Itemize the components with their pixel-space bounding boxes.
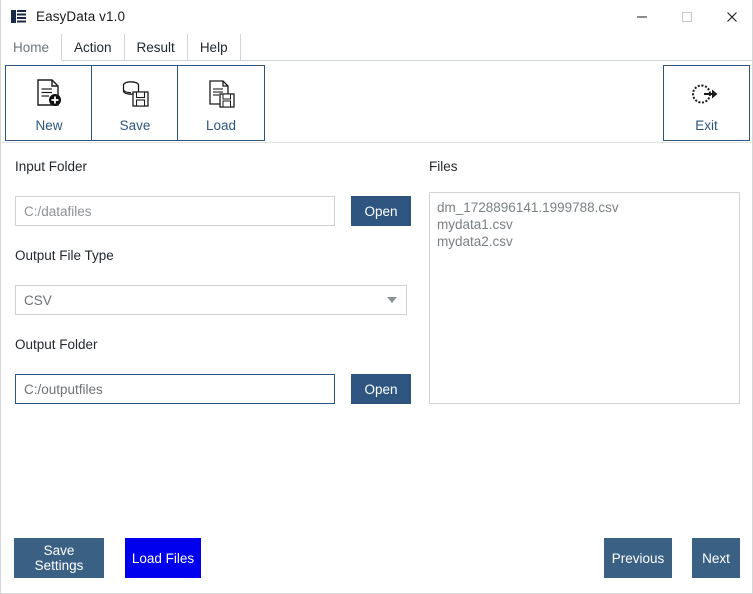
exit-button[interactable]: Exit	[663, 65, 750, 141]
save-settings-button[interactable]: Save Settings	[14, 538, 104, 578]
easydata-window: EasyData v1.0 Home Action Result Help Ne…	[0, 0, 753, 594]
window-controls	[619, 0, 752, 33]
new-document-icon	[34, 74, 64, 114]
minimize-button[interactable]	[619, 0, 664, 33]
menu-tab-home[interactable]: Home	[1, 34, 63, 61]
input-folder-field[interactable]	[15, 196, 335, 226]
close-button[interactable]	[709, 0, 752, 33]
menu-tab-action-label: Action	[74, 39, 112, 55]
easydata-app-icon	[10, 8, 27, 25]
menu-tab-result[interactable]: Result	[124, 34, 188, 61]
menu-tab-help[interactable]: Help	[187, 34, 241, 61]
exit-button-label: Exit	[695, 117, 718, 133]
load-button-label: Load	[205, 117, 237, 133]
new-button[interactable]: New	[5, 65, 93, 141]
output-file-type-label: Output File Type	[15, 248, 114, 263]
menu-bar-filler	[240, 34, 752, 61]
chevron-down-icon	[387, 297, 397, 303]
menu-tab-home-label: Home	[13, 39, 50, 55]
list-item[interactable]: mydata1.csv	[437, 216, 732, 233]
save-button[interactable]: Save	[91, 65, 179, 141]
maximize-button[interactable]	[664, 0, 709, 33]
output-file-type-select[interactable]: CSV	[15, 285, 407, 315]
files-list[interactable]: dm_1728896141.1999788.csv mydata1.csv my…	[429, 192, 740, 404]
input-folder-label: Input Folder	[15, 159, 88, 174]
document-load-icon	[206, 74, 236, 114]
save-button-label: Save	[119, 117, 151, 133]
output-folder-label: Output Folder	[15, 337, 98, 352]
new-button-label: New	[35, 117, 63, 133]
load-button[interactable]: Load	[177, 65, 265, 141]
menu-tab-result-label: Result	[136, 39, 175, 55]
exit-door-icon	[691, 74, 722, 114]
menu-bar: Home Action Result Help	[1, 34, 752, 61]
output-folder-field[interactable]	[15, 374, 335, 404]
load-files-button[interactable]: Load Files	[125, 538, 201, 578]
list-item[interactable]: dm_1728896141.1999788.csv	[437, 199, 732, 216]
menu-tab-action[interactable]: Action	[62, 34, 125, 61]
database-save-icon	[119, 74, 151, 114]
ribbon-toolbar: New Save Load Exit	[1, 61, 752, 143]
next-button[interactable]: Next	[692, 538, 740, 578]
output-folder-open-button[interactable]: Open	[351, 374, 411, 404]
files-panel-label: Files	[429, 159, 458, 174]
window-title: EasyData v1.0	[36, 9, 126, 24]
input-folder-open-button[interactable]: Open	[351, 196, 411, 226]
menu-tab-help-label: Help	[199, 39, 228, 55]
output-file-type-value: CSV	[24, 292, 52, 308]
previous-button[interactable]: Previous	[604, 538, 672, 578]
title-bar: EasyData v1.0	[1, 0, 752, 33]
list-item[interactable]: mydata2.csv	[437, 233, 732, 250]
